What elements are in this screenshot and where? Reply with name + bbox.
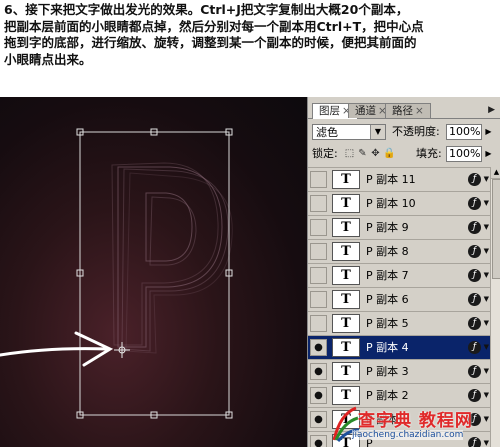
- text-layer-thumbnail-icon: T: [332, 266, 360, 285]
- transform-bounding-box[interactable]: [76, 128, 233, 419]
- panel-menu-icon[interactable]: ▶: [488, 103, 495, 117]
- visibility-eye-icon[interactable]: ●: [310, 387, 327, 404]
- text-layer-thumbnail-icon: T: [332, 218, 360, 237]
- effects-expand-icon[interactable]: ▼: [484, 269, 489, 282]
- effects-expand-icon[interactable]: ▼: [484, 293, 489, 306]
- layer-name[interactable]: P 副本 11: [366, 168, 416, 191]
- lock-transparent-icon[interactable]: ⬚: [344, 148, 355, 159]
- effects-expand-icon[interactable]: ▼: [484, 197, 489, 210]
- layer-effects-icon[interactable]: ƒ: [468, 389, 481, 402]
- layer-effects-icon[interactable]: ƒ: [468, 269, 481, 282]
- visibility-eye-icon[interactable]: ●: [310, 363, 327, 380]
- layer-name[interactable]: P 副本 8: [366, 240, 409, 263]
- opacity-input[interactable]: 100%: [446, 124, 482, 140]
- layer-row[interactable]: T P 副本 8 ƒ ▼: [308, 239, 490, 263]
- text-layer-thumbnail-icon: T: [332, 314, 360, 333]
- effects-expand-icon[interactable]: ▼: [484, 365, 489, 378]
- canvas-artwork: [0, 128, 233, 419]
- watermark-url: jiaocheng.chazidian.com: [352, 430, 464, 440]
- glowing-p-letter: [111, 162, 233, 354]
- layer-effects-icon[interactable]: ƒ: [468, 293, 481, 306]
- visibility-eye-icon[interactable]: [310, 267, 327, 284]
- text-layer-thumbnail-icon: T: [332, 170, 360, 189]
- chevron-down-icon: ▼: [370, 125, 385, 139]
- lock-fill-row: 锁定: ⬚ ✎ ✥ 🔒 填充: 100% ▶: [312, 146, 498, 164]
- blend-opacity-row: 滤色 ▼ 不透明度: 100% ▶: [312, 124, 498, 142]
- layer-effects-icon[interactable]: ƒ: [468, 173, 481, 186]
- visibility-eye-icon[interactable]: [310, 243, 327, 260]
- layer-row[interactable]: T P 副本 6 ƒ ▼: [308, 287, 490, 311]
- opacity-label: 不透明度:: [392, 125, 440, 138]
- effects-expand-icon[interactable]: ▼: [484, 341, 489, 354]
- layer-row[interactable]: T P 副本 7 ƒ ▼: [308, 263, 490, 287]
- instruction-text: 6、接下来把文字做出发光的效果。Ctrl+J把文字复制出大概20个副本， 把副本…: [4, 2, 496, 68]
- layer-name[interactable]: P 副本 10: [366, 192, 416, 215]
- effects-expand-icon[interactable]: ▼: [484, 245, 489, 258]
- effects-expand-icon[interactable]: ▼: [484, 389, 489, 402]
- layer-row[interactable]: T P 副本 9 ƒ ▼: [308, 215, 490, 239]
- visibility-eye-icon[interactable]: [310, 171, 327, 188]
- annotation-arrow: [0, 331, 114, 367]
- layer-effects-icon[interactable]: ƒ: [468, 197, 481, 210]
- visibility-eye-icon[interactable]: ●: [310, 411, 327, 428]
- layer-effects-icon[interactable]: ƒ: [468, 317, 481, 330]
- scroll-up-icon[interactable]: ▲: [491, 167, 500, 179]
- instruction-line: 拖到字的底部，进行缩放、旋转，调整到某一个副本的时候，便把其前面的: [4, 35, 417, 50]
- effects-expand-icon[interactable]: ▼: [484, 173, 489, 186]
- document-canvas[interactable]: [0, 97, 307, 447]
- panel-tabbar: 图层 × 通道 × 路径 × ▶: [308, 103, 500, 119]
- layer-effects-icon[interactable]: ƒ: [468, 221, 481, 234]
- layer-effects-icon[interactable]: ƒ: [468, 341, 481, 354]
- lock-image-icon[interactable]: ✎: [357, 148, 368, 159]
- instruction-line: 小眼睛点出来。: [4, 51, 92, 67]
- layer-name[interactable]: P 副本 5: [366, 312, 409, 335]
- layer-name[interactable]: P 副本 9: [366, 216, 409, 239]
- lock-label: 锁定:: [312, 147, 338, 160]
- lock-position-icon[interactable]: ✥: [370, 148, 381, 159]
- visibility-eye-icon[interactable]: [310, 219, 327, 236]
- text-layer-thumbnail-icon: T: [332, 242, 360, 261]
- layers-panel: 图层 × 通道 × 路径 × ▶ 滤色 ▼ 不透明度: 100% ▶ 锁定: ⬚ ✎ …: [307, 97, 500, 447]
- text-layer-thumbnail-icon: T: [332, 194, 360, 213]
- scroll-thumb[interactable]: [492, 179, 500, 279]
- lock-all-icon[interactable]: 🔒: [383, 148, 395, 159]
- effects-expand-icon[interactable]: ▼: [484, 317, 489, 330]
- transform-center-point[interactable]: [114, 342, 130, 358]
- fill-input[interactable]: 100%: [446, 146, 482, 162]
- layer-name[interactable]: P 副本 4: [366, 336, 409, 359]
- instruction-line: 6、接下来把文字做出发光的效果。Ctrl+J把文字复制出大概20个副本，: [4, 2, 409, 17]
- visibility-eye-icon[interactable]: [310, 195, 327, 212]
- visibility-eye-icon[interactable]: ●: [310, 435, 327, 447]
- visibility-eye-icon[interactable]: [310, 315, 327, 332]
- layer-row[interactable]: T P 副本 11 ƒ ▼: [308, 167, 490, 191]
- text-layer-thumbnail-icon: T: [332, 290, 360, 309]
- blend-mode-select[interactable]: 滤色 ▼: [312, 124, 386, 140]
- text-layer-thumbnail-icon: T: [332, 338, 360, 357]
- text-layer-thumbnail-icon: T: [332, 362, 360, 381]
- layer-row[interactable]: ● T P 副本 3 ƒ ▼: [308, 359, 490, 383]
- watermark-text: 查字典 教程网: [358, 411, 473, 431]
- layer-row[interactable]: T P 副本 10 ƒ ▼: [308, 191, 490, 215]
- fill-slider-icon[interactable]: ▶: [484, 146, 493, 162]
- opacity-slider-icon[interactable]: ▶: [484, 124, 493, 140]
- layer-name[interactable]: P 副本 3: [366, 360, 409, 383]
- tab-paths[interactable]: 路径 ×: [385, 103, 431, 118]
- visibility-eye-icon[interactable]: [310, 291, 327, 308]
- fill-label: 填充:: [416, 147, 442, 160]
- watermark: 查字典 教程网 jiaocheng.chazidian.com: [330, 402, 500, 447]
- instruction-line: 把副本层前面的小眼睛都点掉，然后分别对每一个副本用Ctrl+T，把中心点: [4, 18, 424, 34]
- layer-effects-icon[interactable]: ƒ: [468, 245, 481, 258]
- close-icon[interactable]: ×: [415, 105, 424, 117]
- visibility-eye-icon[interactable]: ●: [310, 339, 327, 356]
- effects-expand-icon[interactable]: ▼: [484, 221, 489, 234]
- layer-effects-icon[interactable]: ƒ: [468, 365, 481, 378]
- layer-row[interactable]: T P 副本 5 ƒ ▼: [308, 311, 490, 335]
- layer-name[interactable]: P 副本 7: [366, 264, 409, 287]
- layer-name[interactable]: P 副本 6: [366, 288, 409, 311]
- layer-row[interactable]: ● T P 副本 4 ƒ ▼: [308, 335, 490, 359]
